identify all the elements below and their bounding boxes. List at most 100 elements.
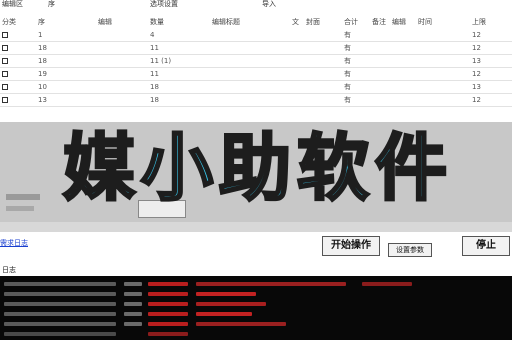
settings-panel-strip	[0, 222, 512, 232]
log-line	[0, 300, 512, 308]
log-segment	[4, 282, 116, 286]
log-segment	[124, 312, 142, 316]
table-header: 分类 序 编辑 数量 编辑标题 文 封面 合计 备注 编辑 时间 上限	[0, 16, 512, 28]
row-checkbox[interactable]	[2, 32, 8, 38]
row-divider	[0, 93, 512, 94]
top-label: 编辑区	[2, 0, 23, 8]
table-cell: 12	[472, 96, 481, 104]
watermark-banner: 媒小助软件	[61, 125, 453, 212]
table-cell: 有	[344, 70, 351, 78]
log-line	[0, 310, 512, 318]
log-segment	[124, 282, 142, 286]
top-label: 导入	[262, 0, 276, 8]
table-cell: 有	[344, 96, 351, 104]
row-divider	[0, 67, 512, 68]
log-segment	[196, 302, 266, 306]
table-cell: 12	[472, 31, 481, 39]
table-cell: 18	[38, 44, 47, 52]
table-cell: 10	[38, 83, 47, 91]
control-bar: 需求日志 开始操作 设置参数 停止	[0, 232, 512, 264]
log-segment	[148, 302, 188, 306]
table-cell: 13	[472, 83, 481, 91]
log-segment	[196, 312, 252, 316]
table-cell: 1	[38, 31, 43, 39]
column-header[interactable]: 编辑	[98, 16, 112, 28]
table-cell: 11	[150, 70, 159, 78]
log-console[interactable]	[0, 276, 512, 340]
row-checkbox[interactable]	[2, 84, 8, 90]
table-cell: 12	[472, 44, 481, 52]
column-header[interactable]: 序	[38, 16, 45, 28]
row-divider	[0, 106, 512, 107]
table-row[interactable]: 13 18 有 12	[0, 95, 512, 106]
top-label: 选项设置	[150, 0, 178, 8]
log-segment	[148, 292, 188, 296]
stop-button[interactable]: 停止	[462, 236, 510, 256]
row-divider	[0, 41, 512, 42]
log-segment	[4, 302, 116, 306]
log-segment	[124, 302, 142, 306]
log-line	[0, 290, 512, 298]
column-header[interactable]: 文	[292, 16, 299, 28]
table-cell: 11 (1)	[150, 57, 172, 65]
log-line	[0, 280, 512, 288]
table-cell: 有	[344, 44, 351, 52]
table-cell: 18	[150, 83, 159, 91]
log-segment	[4, 322, 116, 326]
log-line	[0, 320, 512, 328]
log-segment	[148, 312, 188, 316]
log-link[interactable]: 需求日志	[0, 238, 28, 248]
table-row[interactable]: 18 11 有 12	[0, 43, 512, 54]
log-segment	[362, 282, 412, 286]
log-segment	[4, 292, 116, 296]
row-checkbox[interactable]	[2, 97, 8, 103]
log-segment	[196, 322, 286, 326]
table-cell: 13	[472, 57, 481, 65]
table-row[interactable]: 10 18 有 13	[0, 82, 512, 93]
table-cell: 4	[150, 31, 155, 39]
start-button[interactable]: 开始操作	[322, 236, 380, 256]
table-cell: 19	[38, 70, 47, 78]
column-header[interactable]: 编辑标题	[212, 16, 240, 28]
settings-button[interactable]: 设置参数	[388, 243, 432, 257]
log-segment	[124, 292, 142, 296]
row-divider	[0, 80, 512, 81]
status-bar: 日志	[0, 264, 512, 276]
top-label: 序	[48, 0, 55, 8]
table-cell: 18	[38, 57, 47, 65]
log-segment	[4, 332, 116, 336]
table-cell: 有	[344, 57, 351, 65]
table-top-labels: 编辑区 序 选项设置 导入	[0, 0, 512, 8]
column-header[interactable]: 分类	[2, 16, 16, 28]
row-divider	[0, 54, 512, 55]
row-checkbox[interactable]	[2, 58, 8, 64]
table-cell: 有	[344, 83, 351, 91]
column-header[interactable]: 编辑	[392, 16, 406, 28]
table-row[interactable]: 18 11 (1) 有 13	[0, 56, 512, 67]
table-cell: 有	[344, 31, 351, 39]
log-line	[0, 330, 512, 338]
log-segment	[124, 322, 142, 326]
table-cell: 13	[38, 96, 47, 104]
table-cell: 18	[150, 96, 159, 104]
log-segment	[4, 312, 116, 316]
table-row[interactable]: 1 4 有 12	[0, 30, 512, 41]
table-cell: 12	[472, 70, 481, 78]
column-header[interactable]: 合计	[344, 16, 358, 28]
column-header[interactable]: 上限	[472, 16, 486, 28]
status-text: 日志	[2, 266, 16, 274]
log-segment	[148, 282, 188, 286]
column-header[interactable]: 备注	[372, 16, 386, 28]
column-header[interactable]: 封面	[306, 16, 320, 28]
log-segment	[148, 322, 188, 326]
row-checkbox[interactable]	[2, 71, 8, 77]
log-segment	[148, 332, 188, 336]
column-header[interactable]: 数量	[150, 16, 164, 28]
data-table: 编辑区 序 选项设置 导入 分类 序 编辑 数量 编辑标题 文 封面 合计 备注…	[0, 0, 512, 122]
log-segment	[196, 292, 256, 296]
table-cell: 11	[150, 44, 159, 52]
row-checkbox[interactable]	[2, 45, 8, 51]
table-row[interactable]: 19 11 有 12	[0, 69, 512, 80]
log-segment	[196, 282, 346, 286]
column-header[interactable]: 时间	[418, 16, 432, 28]
